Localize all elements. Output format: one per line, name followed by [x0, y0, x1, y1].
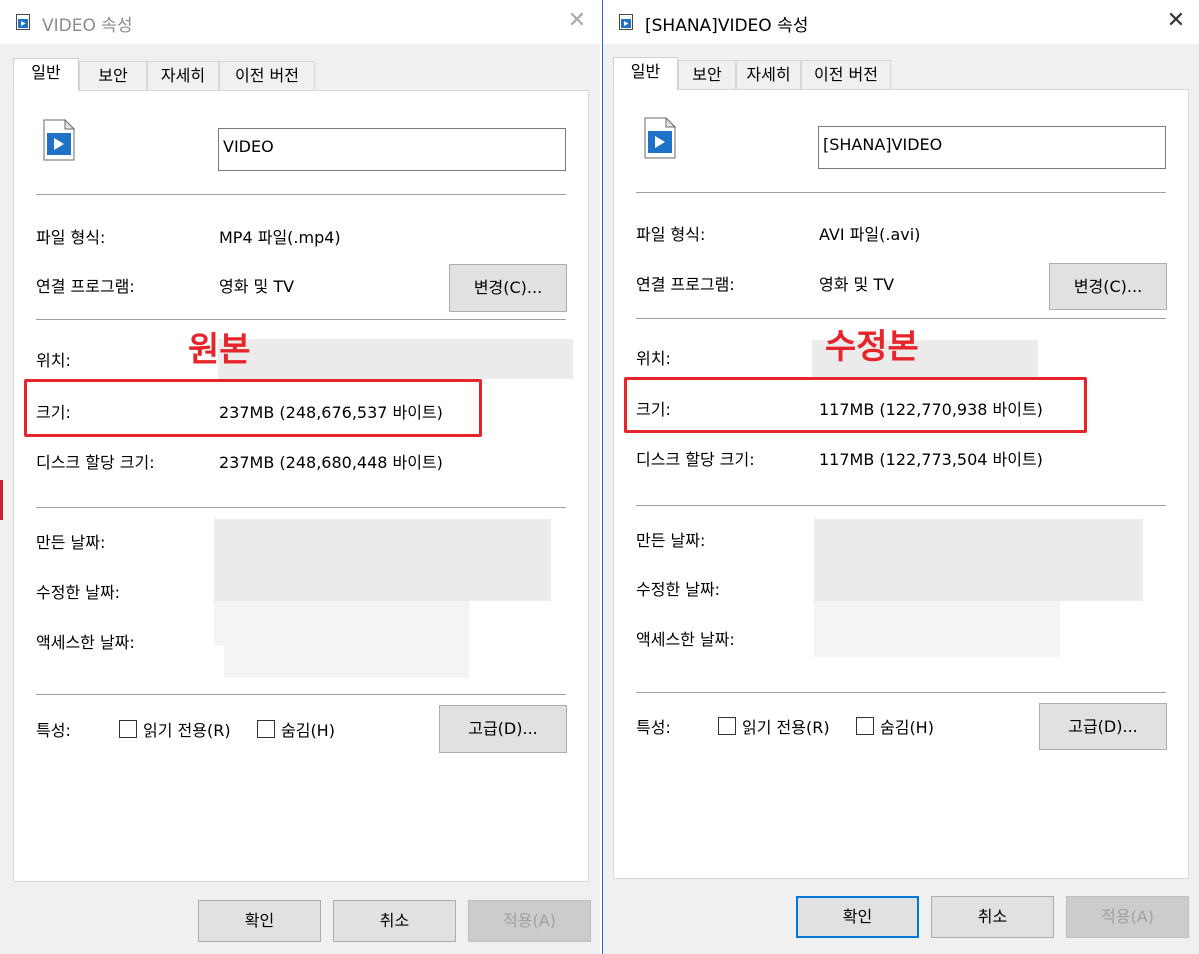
- general-panel: VIDEO 파일 형식: MP4 파일(.mp4) 연결 프로그램: 영화 및 …: [13, 90, 589, 882]
- file-type-label: 파일 형식:: [636, 225, 706, 244]
- location-value-redacted: [218, 339, 573, 379]
- dates-redacted: [814, 601, 1060, 657]
- size-highlight-box: [24, 379, 482, 437]
- file-type-label: 파일 형식:: [36, 228, 106, 247]
- modified-label: 수정한 날짜:: [36, 583, 121, 602]
- video-file-icon: [43, 119, 75, 161]
- disk-size-value: 237MB (248,680,448 바이트): [219, 453, 443, 472]
- cancel-button[interactable]: 취소: [931, 896, 1054, 938]
- properties-dialog-original: VIDEO 속성 ✕ 일반 보안 자세히 이전 버전 VIDEO 파일 형식: …: [0, 0, 600, 954]
- video-file-icon: [619, 14, 633, 30]
- apply-button[interactable]: 적용(A): [468, 900, 591, 942]
- divider: [36, 319, 566, 320]
- cancel-button[interactable]: 취소: [333, 900, 456, 942]
- divider: [36, 507, 566, 508]
- checkbox-box[interactable]: [119, 720, 137, 738]
- dates-redacted: [814, 519, 1143, 601]
- disk-size-label: 디스크 할당 크기:: [636, 450, 755, 469]
- tab-previous-versions[interactable]: 이전 버전: [801, 60, 891, 90]
- file-type-value: AVI 파일(.avi): [819, 225, 921, 244]
- close-icon[interactable]: ✕: [1163, 8, 1189, 34]
- change-button[interactable]: 변경(C)...: [449, 264, 567, 312]
- apply-button[interactable]: 적용(A): [1066, 896, 1189, 938]
- window-title: VIDEO 속성: [42, 16, 133, 36]
- tab-general[interactable]: 일반: [13, 58, 79, 91]
- checkbox-box[interactable]: [718, 717, 736, 735]
- advanced-button[interactable]: 고급(D)...: [439, 705, 567, 753]
- attributes-label: 특성:: [636, 718, 671, 737]
- advanced-button[interactable]: 고급(D)...: [1039, 703, 1167, 750]
- opens-with-value: 영화 및 TV: [219, 277, 295, 296]
- size-highlight-box: [624, 377, 1087, 433]
- hidden-checkbox-label: 숨김(H): [281, 721, 335, 740]
- video-file-icon: [644, 117, 676, 159]
- created-label: 만든 날짜:: [636, 531, 706, 550]
- hidden-checkbox-label: 숨김(H): [880, 718, 934, 737]
- tab-general[interactable]: 일반: [613, 57, 678, 90]
- general-panel: [SHANA]VIDEO 파일 형식: AVI 파일(.avi) 연결 프로그램…: [613, 89, 1189, 879]
- readonly-checkbox[interactable]: 읽기 전용(R): [119, 717, 231, 741]
- ok-button[interactable]: 확인: [796, 896, 919, 938]
- opens-with-value: 영화 및 TV: [819, 275, 895, 294]
- readonly-checkbox-label: 읽기 전용(R): [143, 721, 231, 740]
- dates-redacted: [214, 519, 551, 601]
- tab-details[interactable]: 자세히: [736, 60, 801, 90]
- file-name-input[interactable]: VIDEO: [218, 128, 566, 171]
- attributes-label: 특성:: [36, 721, 71, 740]
- accessed-label: 액세스한 날짜:: [36, 633, 135, 652]
- close-icon[interactable]: ✕: [564, 8, 590, 34]
- file-name-input[interactable]: [SHANA]VIDEO: [818, 126, 1166, 169]
- checkbox-box[interactable]: [257, 720, 275, 738]
- dates-redacted: [214, 601, 469, 646]
- tab-security[interactable]: 보안: [678, 60, 736, 90]
- readonly-checkbox[interactable]: 읽기 전용(R): [718, 714, 830, 738]
- tab-previous-versions[interactable]: 이전 버전: [219, 61, 315, 91]
- modified-label: 수정한 날짜:: [636, 580, 721, 599]
- hidden-checkbox[interactable]: 숨김(H): [257, 717, 335, 741]
- disk-size-value: 117MB (122,773,504 바이트): [819, 450, 1043, 469]
- tab-details[interactable]: 자세히: [147, 61, 219, 91]
- dates-redacted: [224, 646, 469, 678]
- opens-with-label: 연결 프로그램:: [36, 277, 135, 296]
- opens-with-label: 연결 프로그램:: [636, 275, 735, 294]
- video-file-icon: [16, 14, 30, 30]
- hidden-checkbox[interactable]: 숨김(H): [856, 714, 934, 738]
- properties-dialog-modified: [SHANA]VIDEO 속성 ✕ 일반 보안 자세히 이전 버전 [SHANA…: [602, 0, 1199, 954]
- divider: [636, 192, 1166, 193]
- ok-button[interactable]: 확인: [198, 900, 321, 942]
- change-button[interactable]: 변경(C)...: [1049, 263, 1167, 310]
- divider: [636, 692, 1166, 693]
- location-label: 위치:: [636, 349, 671, 368]
- location-label: 위치:: [36, 351, 71, 370]
- window-edge-strip: [0, 480, 3, 520]
- tab-security[interactable]: 보안: [79, 61, 147, 91]
- divider: [36, 194, 566, 195]
- window-title: [SHANA]VIDEO 속성: [645, 16, 809, 36]
- readonly-checkbox-label: 읽기 전용(R): [742, 718, 830, 737]
- title-bar: [SHANA]VIDEO 속성 ✕: [603, 0, 1199, 44]
- checkbox-box[interactable]: [856, 717, 874, 735]
- annotation-modified: 수정본: [825, 327, 919, 367]
- title-bar: VIDEO 속성 ✕: [0, 0, 600, 44]
- created-label: 만든 날짜:: [36, 533, 106, 552]
- accessed-label: 액세스한 날짜:: [636, 630, 735, 649]
- divider: [36, 694, 566, 695]
- disk-size-label: 디스크 할당 크기:: [36, 453, 155, 472]
- annotation-original: 원본: [188, 330, 251, 370]
- file-type-value: MP4 파일(.mp4): [219, 228, 341, 247]
- divider: [636, 505, 1166, 506]
